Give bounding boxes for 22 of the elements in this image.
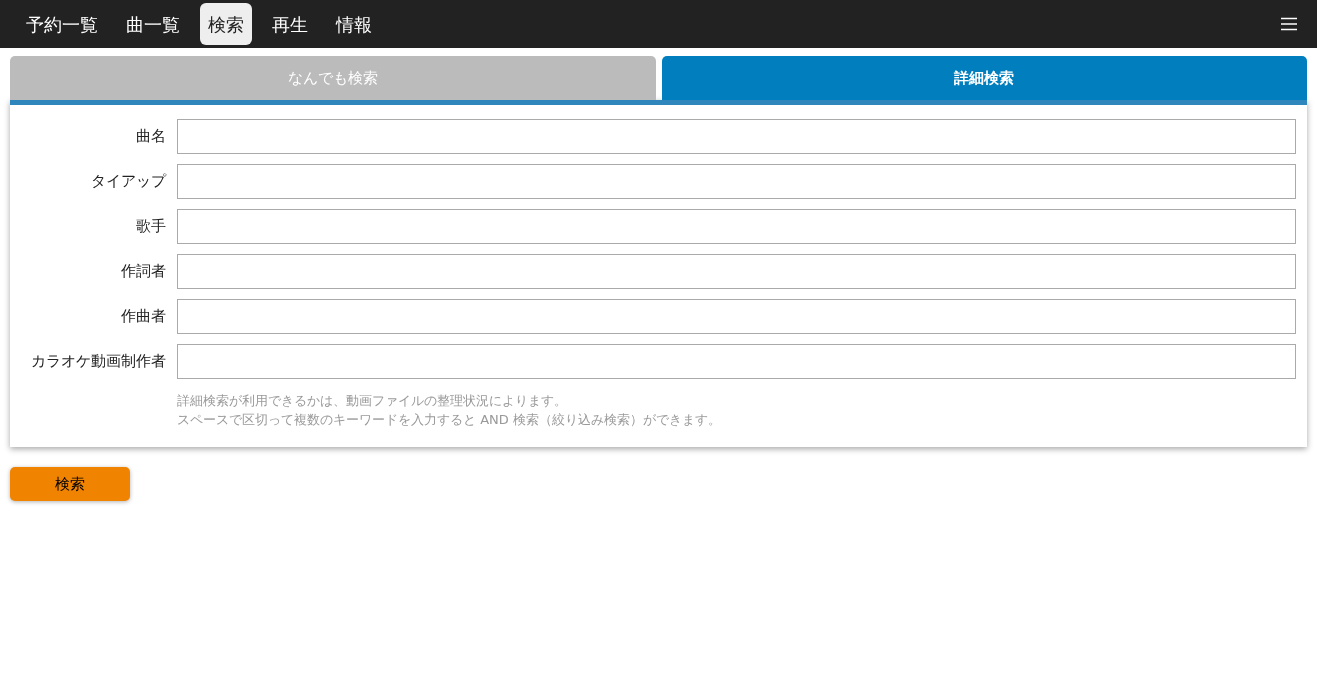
- input-field[interactable]: [177, 119, 1296, 154]
- nav-item[interactable]: 情報: [328, 3, 380, 45]
- input-field[interactable]: [177, 209, 1296, 244]
- input-field[interactable]: [177, 164, 1296, 199]
- field-label: カラオケ動画制作者: [31, 351, 166, 373]
- input-field[interactable]: [177, 299, 1296, 334]
- field-label: タイアップ: [91, 171, 166, 193]
- nav-item[interactable]: 曲一覧: [118, 3, 188, 45]
- nav-item[interactable]: 検索: [200, 3, 252, 45]
- search-button[interactable]: 検索: [10, 467, 130, 501]
- input-field[interactable]: [177, 344, 1296, 379]
- tab[interactable]: 詳細検索: [661, 56, 1307, 100]
- field-label: 歌手: [136, 216, 166, 238]
- help-text: 詳細検索が利用できるかは、動画ファイルの整理状況によります。: [177, 392, 568, 410]
- menu-icon[interactable]: [1281, 17, 1297, 31]
- field-label: 作詞者: [121, 261, 166, 283]
- field-label: 曲名: [136, 126, 166, 148]
- input-field[interactable]: [177, 254, 1296, 289]
- nav-item[interactable]: 再生: [264, 3, 316, 45]
- nav-item[interactable]: 予約一覧: [18, 3, 106, 45]
- field-label: 作曲者: [121, 306, 166, 328]
- help-text: スペースで区切って複数のキーワードを入力すると AND 検索（絞り込み検索）ができます。: [177, 411, 722, 429]
